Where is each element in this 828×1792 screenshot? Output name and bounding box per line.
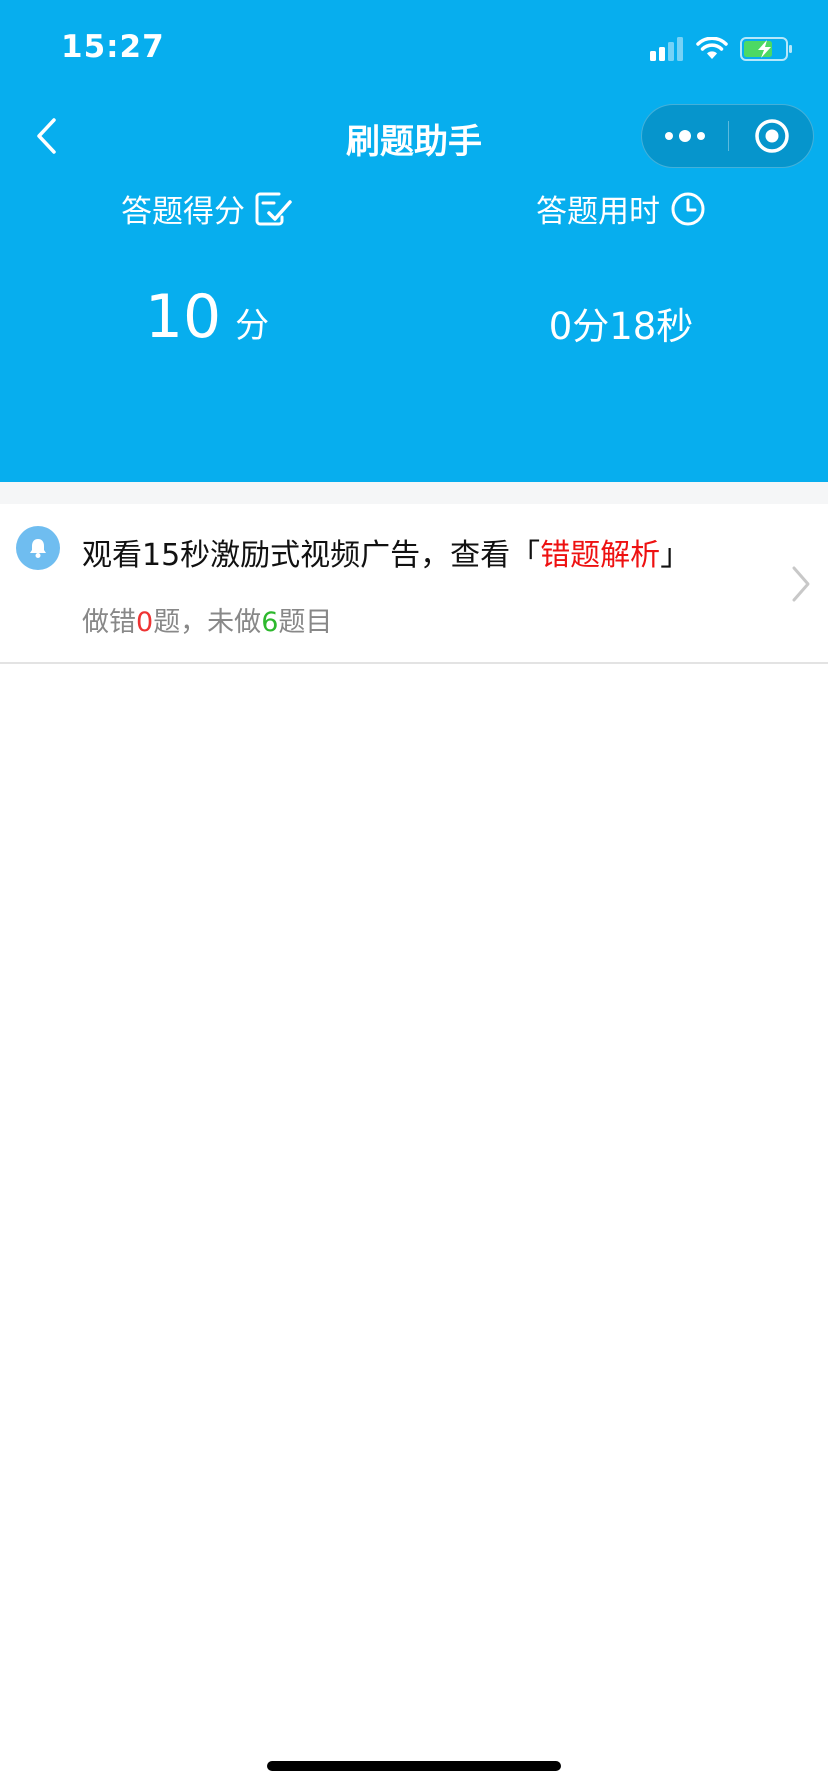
score-stat: 答题得分 10 分	[0, 186, 414, 352]
score-value: 10	[144, 282, 222, 352]
edit-check-icon	[255, 192, 292, 225]
more-button[interactable]	[642, 105, 728, 167]
battery-charging-icon	[740, 37, 792, 61]
notice-title-suffix: 」	[660, 538, 691, 573]
home-indicator	[267, 1761, 561, 1771]
sub-suffix: 题目	[278, 607, 333, 638]
section-divider	[0, 482, 828, 504]
score-label: 答题得分	[121, 194, 245, 230]
status-time: 15:27	[61, 29, 165, 65]
score-value-row: 10 分	[0, 282, 414, 352]
score-unit: 分	[235, 306, 270, 346]
score-label-row: 答题得分	[0, 186, 414, 231]
time-value-row: 0分18秒	[414, 282, 828, 350]
undone-count: 6	[261, 607, 279, 638]
status-bar: 15:27	[0, 0, 828, 100]
wrong-count: 0	[136, 607, 154, 638]
sub-middle: 题，未做	[153, 607, 262, 638]
header-banner: 15:27 刷题助手 答题得分 10 分 答题用时 0分18秒	[0, 0, 828, 482]
time-stat: 答题用时 0分18秒	[414, 186, 828, 348]
chevron-right-icon	[792, 566, 810, 602]
time-label: 答题用时	[536, 194, 660, 230]
mini-program-capsule	[641, 104, 814, 168]
more-dots-icon	[665, 130, 705, 142]
time-label-row: 答题用时	[414, 186, 828, 231]
clock-icon	[671, 192, 705, 225]
close-button[interactable]	[729, 105, 815, 167]
wifi-icon	[696, 37, 728, 59]
notice-subtitle: 做错0题，未做6题目	[82, 600, 332, 639]
target-close-icon	[755, 119, 789, 153]
notice-title-highlight: 错题解析	[540, 538, 661, 573]
bell-icon	[16, 526, 60, 570]
cellular-signal-icon	[650, 37, 683, 61]
wrong-answer-analysis-item[interactable]: 观看15秒激励式视频广告，查看「错题解析」 做错0题，未做6题目	[0, 504, 828, 664]
notice-title-prefix: 观看15秒激励式视频广告，查看「	[82, 538, 541, 573]
notice-title: 观看15秒激励式视频广告，查看「错题解析」	[82, 530, 690, 574]
nav-bar: 刷题助手	[0, 100, 828, 172]
sub-prefix: 做错	[82, 607, 136, 638]
status-icons	[650, 36, 794, 62]
time-value: 0分18秒	[548, 305, 694, 348]
